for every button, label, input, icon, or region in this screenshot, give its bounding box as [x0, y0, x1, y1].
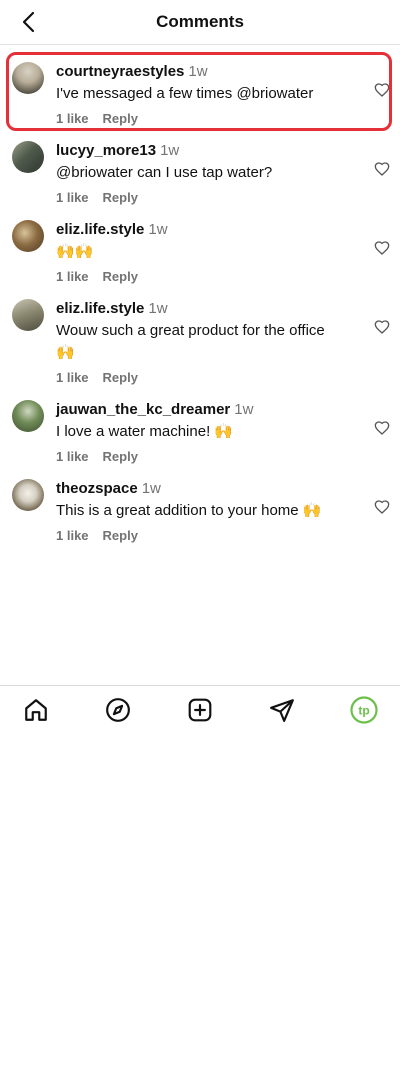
comment-time: 1w	[234, 401, 254, 418]
comment-time: 1w	[160, 142, 180, 159]
reply-button[interactable]: Reply	[103, 528, 138, 543]
comment-time: 1w	[141, 480, 161, 497]
comment-text: I love a water machine! 🙌	[56, 423, 234, 440]
comment-text: Wouw such a great product for the office…	[56, 322, 325, 361]
bottom-tab-bar: tp	[0, 685, 400, 732]
reply-button[interactable]: Reply	[103, 449, 138, 464]
tab-explore[interactable]	[104, 696, 132, 724]
comment-username[interactable]: lucyy_more13	[56, 142, 156, 159]
comment-text: This is a great addition to your home 🙌	[56, 502, 322, 519]
add-square-icon	[188, 698, 212, 722]
reply-button[interactable]: Reply	[103, 370, 138, 385]
heart-icon[interactable]	[374, 499, 390, 515]
likes-count[interactable]: 1 like	[56, 190, 89, 205]
tab-messages[interactable]	[268, 696, 296, 724]
tab-home[interactable]	[22, 696, 50, 724]
comment-text: 🙌🙌	[56, 243, 94, 260]
avatar[interactable]	[12, 299, 44, 331]
heart-icon[interactable]	[374, 240, 390, 256]
avatar[interactable]	[12, 400, 44, 432]
avatar[interactable]	[12, 141, 44, 173]
comment-username[interactable]: eliz.life.style	[56, 221, 144, 238]
compass-icon	[106, 698, 130, 722]
home-icon	[25, 699, 47, 721]
likes-count[interactable]: 1 like	[56, 449, 89, 464]
comment-username[interactable]: jauwan_the_kc_dreamer	[56, 401, 230, 418]
reply-button[interactable]: Reply	[103, 190, 138, 205]
likes-count[interactable]: 1 like	[56, 528, 89, 543]
comment-username[interactable]: theozspace	[56, 480, 138, 497]
svg-text:tp: tp	[358, 704, 369, 718]
comment-username[interactable]: eliz.life.style	[56, 300, 144, 317]
heart-icon[interactable]	[374, 319, 390, 335]
page-title: Comments	[156, 12, 244, 31]
comment-time: 1w	[148, 300, 168, 317]
likes-count[interactable]: 1 like	[56, 269, 89, 284]
heart-icon[interactable]	[374, 161, 390, 177]
send-icon	[270, 699, 294, 722]
tab-create[interactable]	[186, 696, 214, 724]
tab-profile[interactable]: tp	[350, 696, 378, 724]
selection-highlight	[6, 52, 392, 131]
heart-icon[interactable]	[374, 420, 390, 436]
comment-text: @briowater can I use tap water?	[56, 164, 273, 181]
profile-avatar-icon: tp	[350, 696, 378, 724]
comment-time: 1w	[148, 221, 168, 238]
likes-count[interactable]: 1 like	[56, 370, 89, 385]
avatar[interactable]	[12, 220, 44, 252]
reply-button[interactable]: Reply	[103, 269, 138, 284]
avatar[interactable]	[12, 479, 44, 511]
header: Comments	[0, 0, 400, 45]
